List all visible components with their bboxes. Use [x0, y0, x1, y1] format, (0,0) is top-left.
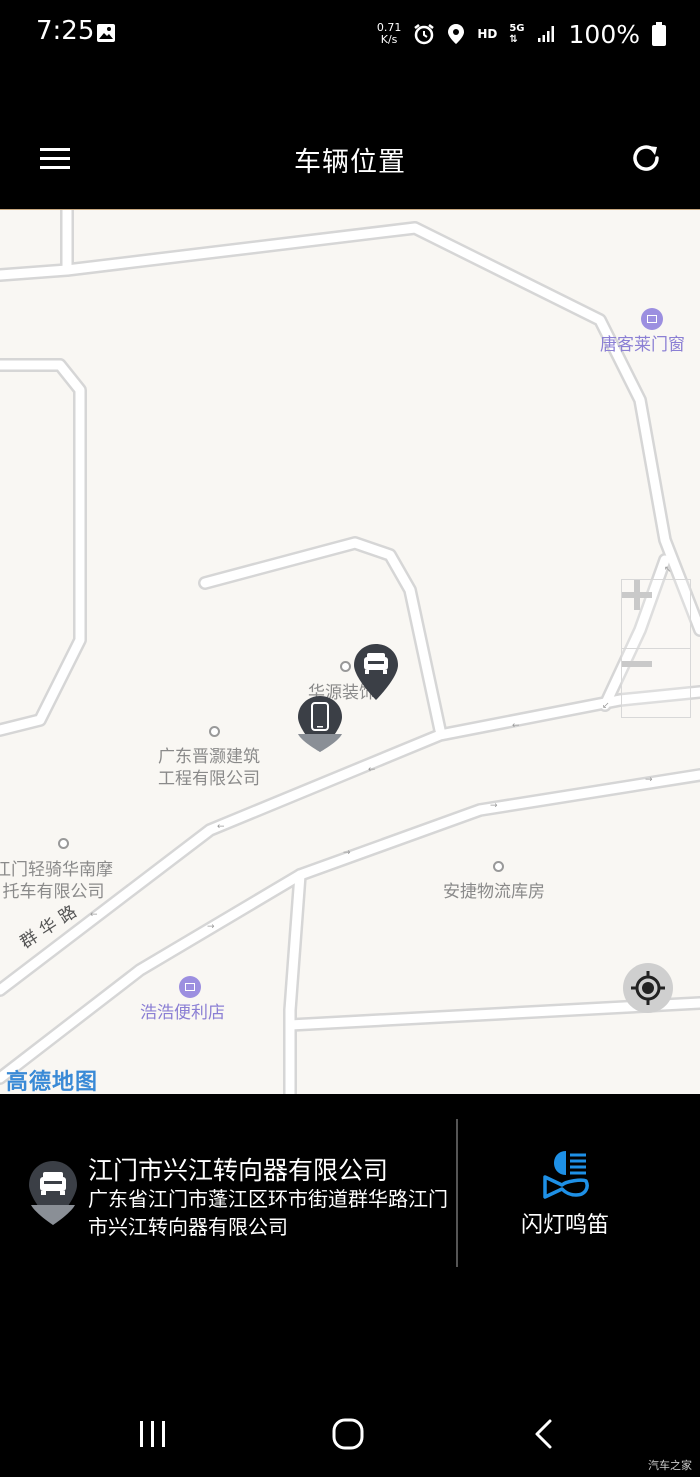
- vehicle-location-name: 江门市兴江转向器有限公司: [88, 1156, 389, 1185]
- poi-dot: [340, 661, 351, 672]
- svg-text:→: →: [343, 848, 351, 858]
- home-icon[interactable]: [323, 1412, 373, 1458]
- poi-label[interactable]: 浩浩便利店: [140, 1002, 225, 1024]
- flash-horn-label: 闪灯鸣笛: [520, 1213, 609, 1238]
- panel-divider: [456, 1119, 458, 1267]
- shop-poi-icon: [641, 308, 663, 330]
- poi-dot: [209, 726, 220, 737]
- network-5g-icon: 5G ⇅: [509, 23, 525, 45]
- recent-apps-icon[interactable]: [128, 1412, 178, 1458]
- crosshair-icon: [631, 971, 665, 1005]
- net-speed: 0.71 K/s: [376, 21, 402, 46]
- svg-text:→: →: [207, 922, 215, 932]
- hd-icon: HD: [477, 27, 498, 41]
- svg-text:←: ←: [512, 721, 520, 731]
- map-view[interactable]: ← ← ← ← → → → → ↙ ↖ 唐客莱门窗 华源装饰 广东晋灏建筑 工程…: [0, 209, 700, 1094]
- poi-label[interactable]: 江门轻骑华南摩 托车有限公司: [0, 859, 113, 903]
- svg-text:←: ←: [90, 910, 98, 920]
- poi-label[interactable]: 唐客莱门窗: [600, 334, 685, 356]
- zoom-out-button[interactable]: [622, 649, 690, 717]
- flash-horn-button[interactable]: 闪灯鸣笛: [480, 1141, 650, 1241]
- vehicle-marker-icon: [29, 1161, 77, 1225]
- map-provider-logo: 高德地图: [6, 1070, 99, 1094]
- poi-label[interactable]: 广东晋灏建筑 工程有限公司: [158, 746, 260, 790]
- zoom-in-button[interactable]: [622, 580, 690, 648]
- svg-text:↙: ↙: [602, 701, 610, 711]
- svg-text:←: ←: [368, 765, 376, 775]
- alarm-icon: [414, 24, 435, 45]
- signal-icon: [537, 26, 554, 42]
- poi-label[interactable]: 安捷物流库房: [443, 881, 545, 903]
- app-header: 车辆位置: [0, 110, 700, 210]
- zoom-controls: [621, 579, 691, 718]
- page-title: 车辆位置: [294, 147, 406, 178]
- battery-percent: 100%: [568, 19, 640, 49]
- svg-text:→: →: [645, 775, 653, 785]
- plus-icon: [622, 580, 652, 610]
- system-nav-bar: [0, 1390, 700, 1477]
- status-time: 7:25: [36, 16, 95, 46]
- minus-icon: [622, 661, 652, 667]
- gallery-icon: [97, 24, 115, 42]
- vehicle-location-address: 广东省江门市蓬江区环市街道群华路江门市兴江转向器有限公司: [88, 1187, 448, 1239]
- vehicle-info-panel: 江门市兴江转向器有限公司 广东省江门市蓬江区环市街道群华路江门市兴江转向器有限公…: [0, 1093, 700, 1293]
- phone-marker-icon[interactable]: [296, 694, 344, 754]
- status-bar: 7:25 0.71 K/s HD 5G ⇅ 100%: [0, 0, 700, 68]
- flash-horn-icon: [543, 1151, 589, 1199]
- svg-text:→: →: [490, 801, 498, 811]
- back-icon[interactable]: [520, 1412, 570, 1458]
- poi-dot: [58, 838, 69, 849]
- location-icon: [448, 24, 465, 44]
- map-roads: ← ← ← ← → → → → ↙ ↖: [0, 210, 700, 1094]
- car-marker-icon[interactable]: [352, 642, 400, 702]
- battery-icon: [652, 22, 666, 46]
- poi-dot: [493, 861, 504, 872]
- svg-text:↖: ↖: [664, 565, 672, 575]
- status-icons: 0.71 K/s HD 5G ⇅ 100%: [377, 14, 666, 54]
- watermark: 汽车之家: [648, 1459, 692, 1472]
- refresh-icon[interactable]: [628, 140, 664, 176]
- svg-text:←: ←: [217, 822, 225, 832]
- shop-poi-icon: [179, 976, 201, 998]
- locate-button[interactable]: [623, 963, 673, 1013]
